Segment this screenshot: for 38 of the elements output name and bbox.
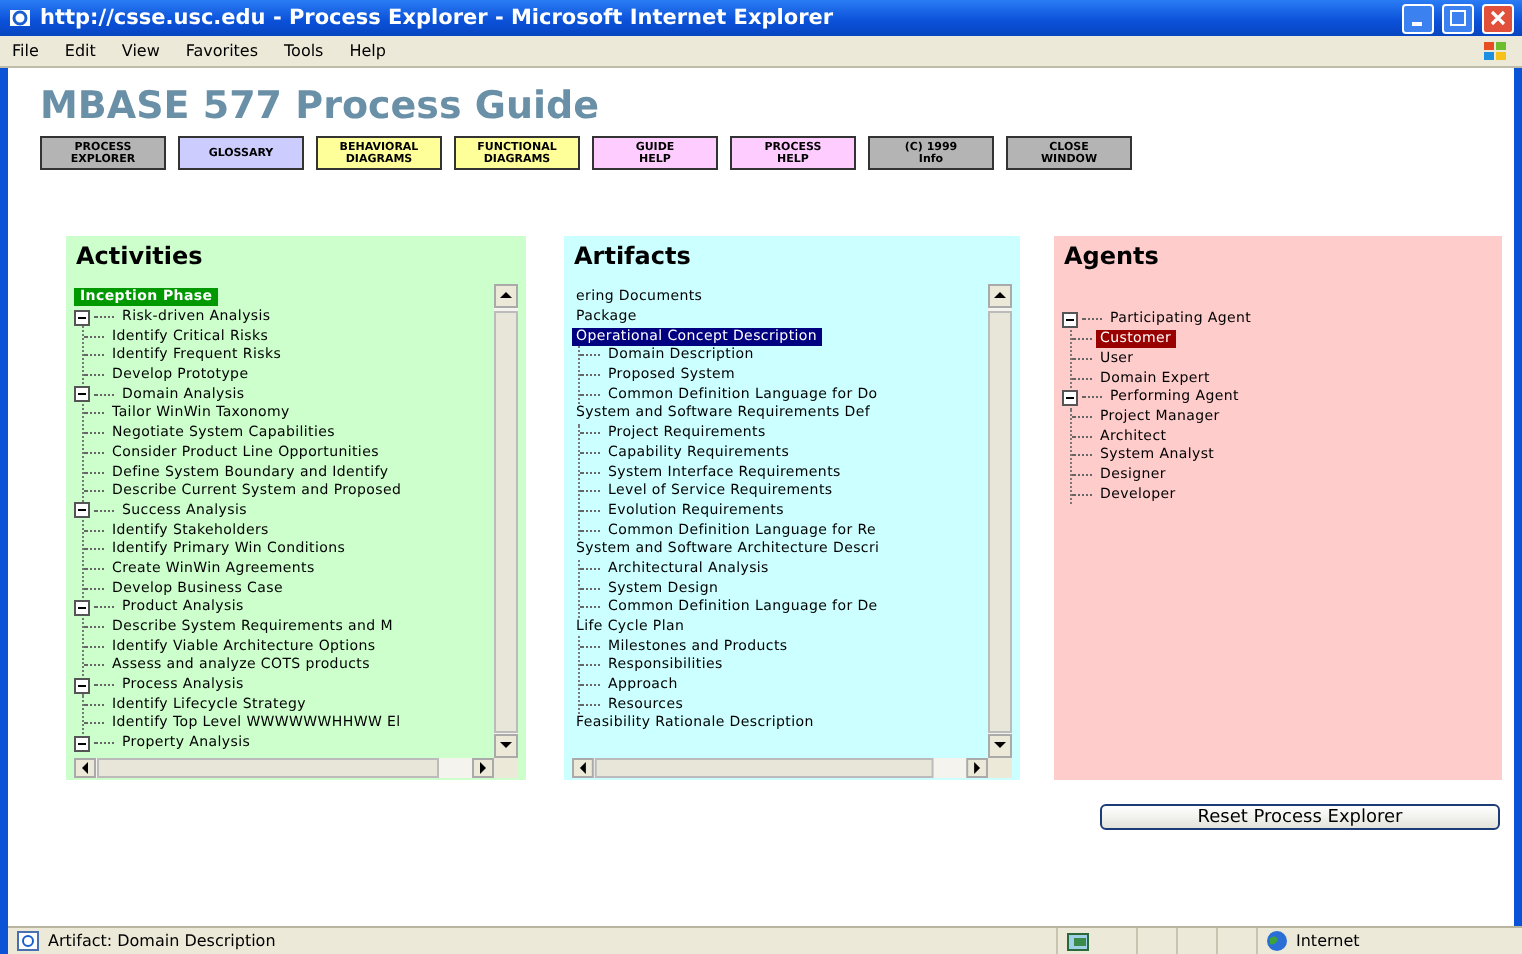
collapse-icon[interactable] bbox=[74, 386, 90, 403]
scrollbar-corner bbox=[988, 758, 1012, 778]
menu-item[interactable]: Favorites bbox=[185, 42, 259, 60]
window-title: http://csse.usc.edu - Process Explorer - Microsoft Internet Explorer bbox=[40, 6, 836, 30]
page-icon bbox=[14, 930, 42, 952]
panel-title: Artifacts bbox=[572, 242, 693, 274]
minimize-button[interactable] bbox=[1402, 3, 1434, 33]
collapse-icon[interactable] bbox=[74, 309, 90, 326]
status-text: Artifact: Domain Description bbox=[48, 932, 278, 950]
collapse-icon[interactable] bbox=[74, 502, 90, 519]
zone-text: Internet bbox=[1296, 932, 1362, 950]
collapse-icon[interactable] bbox=[74, 735, 90, 752]
panel-title: Activities bbox=[74, 242, 205, 274]
page-heading: MBASE 577 Process Guide bbox=[40, 84, 601, 128]
horizontal-scrollbar[interactable] bbox=[572, 758, 988, 778]
horizontal-scrollbar[interactable] bbox=[74, 758, 494, 778]
vertical-scrollbar[interactable] bbox=[988, 284, 1012, 758]
windows-logo-icon bbox=[1482, 39, 1510, 63]
menu-item[interactable]: Help bbox=[349, 42, 386, 60]
close-button[interactable] bbox=[1482, 3, 1514, 33]
close-icon bbox=[1490, 10, 1506, 26]
maximize-button[interactable] bbox=[1442, 3, 1474, 33]
menu-item[interactable]: File bbox=[12, 42, 39, 60]
maximize-icon bbox=[1450, 10, 1466, 26]
collapse-icon[interactable] bbox=[1062, 389, 1078, 406]
globe-icon bbox=[1266, 930, 1288, 952]
network-icon bbox=[1066, 931, 1094, 951]
collapse-icon[interactable] bbox=[74, 599, 90, 616]
collapse-icon[interactable] bbox=[1062, 311, 1078, 328]
menu-item[interactable]: Edit bbox=[64, 42, 96, 60]
menu-item[interactable]: Tools bbox=[284, 42, 324, 60]
scrollbar-corner bbox=[494, 758, 518, 778]
collapse-icon[interactable] bbox=[74, 677, 90, 694]
browser-icon bbox=[8, 6, 32, 30]
reset-button[interactable]: Reset Process Explorer bbox=[1100, 804, 1500, 830]
vertical-scrollbar[interactable] bbox=[494, 284, 518, 758]
menu-item[interactable]: View bbox=[121, 42, 160, 60]
panel-title: Agents bbox=[1062, 242, 1161, 274]
